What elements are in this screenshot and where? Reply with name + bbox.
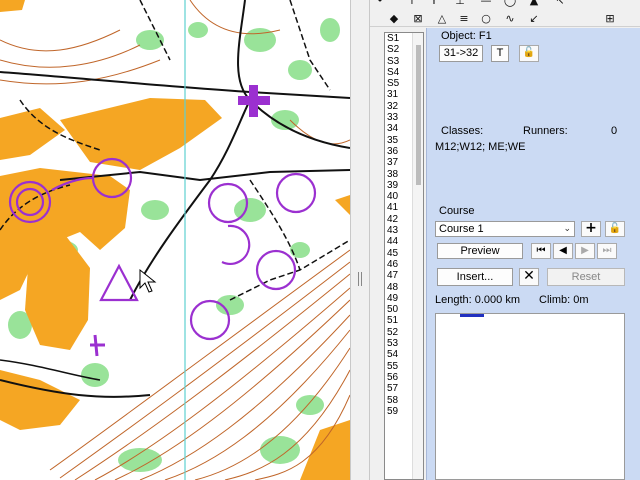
course-label: Course (439, 205, 475, 217)
course-select-value: Course 1 (439, 223, 484, 235)
drawing-toolbar: • ↑ Y ⊥ — ◯ ▲ ↖ ◆ ⊠ △ ≡ ○ ∿ ↙ ⊞ (370, 0, 640, 27)
plus-icon[interactable]: + (581, 221, 601, 237)
selected-leg-marker (460, 314, 484, 317)
tool-circle-icon[interactable]: ◯ (500, 0, 520, 7)
runners-label: Runners: (523, 125, 568, 137)
first-leg-icon[interactable]: ⏮ (531, 243, 551, 259)
insert-button[interactable]: Insert... (437, 268, 513, 286)
prev-leg-icon[interactable]: ◀ (553, 243, 573, 259)
tool-curve-icon[interactable]: ∿ (500, 12, 520, 25)
object-value-button[interactable]: 31->32 (439, 45, 483, 62)
climb-label: Climb: 0m (539, 294, 589, 306)
tool-up-arrow-icon[interactable]: ↑ (402, 0, 422, 7)
object-properties-panel: Object: F1 31->32 T 🔓 Classes: Runners: … (426, 28, 640, 480)
length-label: Length: 0.000 km (435, 294, 521, 306)
classes-label: Classes: (441, 125, 484, 137)
tool-ring-icon[interactable]: ○ (476, 12, 496, 25)
tool-triangle-icon[interactable]: △ (432, 12, 452, 25)
tool-fork-icon[interactable]: Y (424, 0, 444, 7)
object-label: Object: F1 (441, 30, 492, 42)
course-select[interactable]: Course 1 ⌄ (435, 221, 575, 237)
tool-dot-icon[interactable]: • (370, 0, 390, 7)
tool-grid-icon[interactable]: ⊞ (600, 12, 620, 25)
tool-text-lines-icon[interactable]: ≡ (454, 12, 474, 25)
panel-splitter[interactable] (350, 0, 370, 480)
chevron-down-icon: ⌄ (563, 224, 571, 234)
control-list[interactable]: S1 S2 S3 S4 S5 31 32 33 34 35 36 37 38 39 40 41 42 43 44 45… (384, 32, 424, 480)
scrollbar-thumb[interactable] (416, 45, 421, 185)
object-lock-icon[interactable]: 🔓 (519, 45, 539, 62)
leg-list[interactable] (435, 313, 625, 480)
reset-button[interactable]: Reset (547, 268, 625, 286)
tool-line-icon[interactable]: — (476, 0, 496, 7)
preview-button[interactable]: Preview (437, 243, 523, 259)
last-leg-icon[interactable]: ⏭ (597, 243, 617, 259)
tool-pointer-icon[interactable]: ↖ (550, 0, 570, 7)
mouse-cursor-icon (139, 268, 157, 293)
tool-crosshatch-icon[interactable]: ⊠ (408, 12, 428, 25)
tool-arrow-icon[interactable]: ↙ (524, 12, 544, 25)
map-canvas[interactable] (0, 0, 350, 480)
tool-diamond-icon[interactable]: ◆ (384, 12, 404, 25)
splitter-grip-icon (358, 272, 362, 286)
tool-mountain-icon[interactable]: ▲ (524, 0, 544, 7)
course-lock-icon[interactable]: 🔓 (605, 221, 625, 237)
course-panel-area: • ↑ Y ⊥ — ◯ ▲ ↖ ◆ ⊠ △ ≡ ○ ∿ ↙ ⊞ S1 S2 S3 S4… (370, 0, 640, 480)
control-list-scrollbar[interactable] (412, 33, 423, 479)
delete-x-icon[interactable]: ✕ (519, 268, 539, 286)
next-leg-icon[interactable]: ▶ (575, 243, 595, 259)
map-drawing (0, 0, 350, 480)
classes-value: M12;W12; ME;WE (435, 141, 526, 153)
tool-measure-icon[interactable]: ⊥ (450, 0, 470, 7)
runners-value: 0 (611, 125, 618, 137)
t-button[interactable]: T (491, 45, 509, 62)
